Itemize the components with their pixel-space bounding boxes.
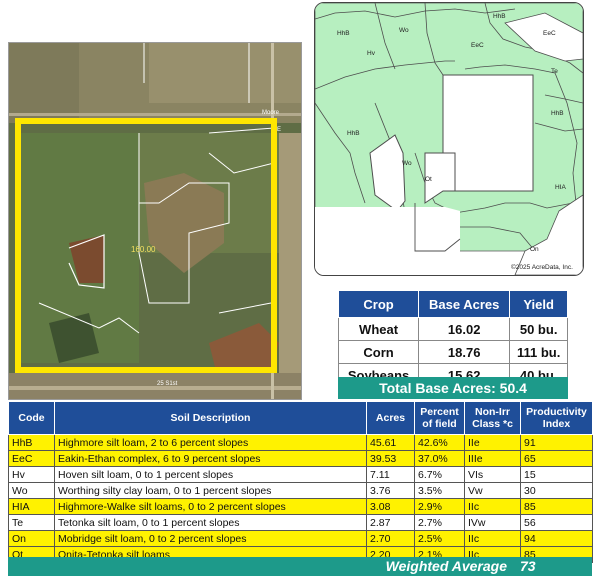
map-label-2: Hv: [367, 50, 376, 57]
map-label-10: Ot: [425, 176, 432, 183]
soil-acres: 2.70: [366, 530, 415, 547]
aerial-image: 160.00 Moore E 25 S1st: [9, 43, 301, 399]
header-soil-description: Soil Description: [54, 401, 367, 435]
map-label-9: Wo: [402, 160, 412, 167]
acreage-label: 160.00: [131, 245, 156, 254]
soil-acres: 3.76: [366, 482, 415, 499]
soil-class: IIIe: [464, 450, 521, 467]
soil-description: Mobridge silt loam, 0 to 2 percent slope…: [54, 530, 367, 547]
soil-acres: 7.11: [366, 466, 415, 483]
soil-class: Vw: [464, 482, 521, 499]
soil-class: VIs: [464, 466, 521, 483]
map-blank-bottom-left: [315, 207, 460, 275]
soil-percent: 2.5%: [414, 530, 465, 547]
crop-yield: 111 bu.: [509, 340, 568, 364]
soil-productivity-index: 91: [520, 434, 593, 451]
base-acres-row: Wheat 16.02 50 bu.: [337, 317, 568, 341]
map-label-5: EeC: [543, 30, 556, 37]
header-percent-of-field: Percent of field: [414, 401, 465, 435]
crop-base-acres: 16.02: [418, 317, 511, 341]
weighted-average-value: 73: [520, 558, 536, 574]
soil-row: HhB Highmore silt loam, 2 to 6 percent sl…: [8, 434, 593, 451]
base-acres-row: Corn 18.76 111 bu.: [337, 340, 568, 364]
base-acres-table: Crop Base Acres Yield Wheat 16.02 50 bu.…: [337, 290, 568, 387]
map-label-12: On: [530, 246, 539, 253]
soil-acres: 45.61: [366, 434, 415, 451]
soil-acres: 39.53: [366, 450, 415, 467]
header-crop: Crop: [337, 290, 420, 318]
map-label-8: HhB: [347, 130, 360, 137]
header-base-acres: Base Acres: [418, 290, 511, 318]
weighted-average-bar: Weighted Average 73: [8, 557, 592, 576]
soil-description: Highmore-Walke silt loams, 0 to 2 percen…: [54, 498, 367, 515]
soil-table: Code Soil Description Acres Percent of f…: [8, 401, 593, 563]
soil-description: Eakin-Ethan complex, 6 to 9 percent slop…: [54, 450, 367, 467]
crop-name: Wheat: [337, 317, 420, 341]
header-code: Code: [8, 401, 55, 435]
crop-base-acres: 18.76: [418, 340, 511, 364]
soil-acres: 2.87: [366, 514, 415, 531]
soil-row: Hv Hoven silt loam, 0 to 1 percent slopes…: [8, 466, 593, 483]
soil-code: On: [8, 530, 55, 547]
soil-row: Wo Worthing silty clay loam, 0 to 1 perce…: [8, 482, 593, 499]
soil-percent: 2.7%: [414, 514, 465, 531]
soil-productivity-index: 30: [520, 482, 593, 499]
soil-row: Te Tetonka silt loam, 0 to 1 percent slop…: [8, 514, 593, 531]
soil-productivity-index: 65: [520, 450, 593, 467]
soil-productivity-index: 15: [520, 466, 593, 483]
soil-productivity-index: 56: [520, 514, 593, 531]
soil-percent: 42.6%: [414, 434, 465, 451]
soil-class: IIc: [464, 498, 521, 515]
map-label-4: HhB: [493, 13, 506, 20]
soil-description: Highmore silt loam, 2 to 6 percent slope…: [54, 434, 367, 451]
soil-acres: 3.08: [366, 498, 415, 515]
road-label-top: Moore: [262, 110, 280, 116]
soil-description: Worthing silty clay loam, 0 to 1 percent…: [54, 482, 367, 499]
soil-code: Te: [8, 514, 55, 531]
soil-code: HIA: [8, 498, 55, 515]
soil-class: IIe: [464, 434, 521, 451]
soil-header-row: Code Soil Description Acres Percent of f…: [8, 401, 593, 435]
soil-row: HIA Highmore-Walke silt loams, 0 to 2 per…: [8, 498, 593, 515]
map-label-7: HhB: [551, 110, 564, 117]
soil-row: On Mobridge silt loam, 0 to 2 percent slo…: [8, 530, 593, 547]
soil-productivity-index: 94: [520, 530, 593, 547]
header-non-irr-class: Non-Irr Class *c: [464, 401, 521, 435]
soil-code: HhB: [8, 434, 55, 451]
map-credit: ©2025 AcreData, Inc.: [511, 263, 573, 271]
weighted-average-label: Weighted Average: [385, 558, 507, 574]
map-label-0: HhB: [337, 30, 350, 37]
road-label-mid: E: [277, 127, 281, 133]
map-label-11: HIA: [555, 184, 567, 191]
soil-code: Wo: [8, 482, 55, 499]
header-productivity-index: Productivity Index: [520, 401, 593, 435]
header-yield: Yield: [509, 290, 568, 318]
map-label-1: Wo: [399, 27, 409, 34]
soil-map: HhB Wo Hv EeC HhB EeC Te HhB HhB Wo Ot H…: [314, 2, 584, 276]
crop-name: Corn: [337, 340, 420, 364]
base-acres-header-row: Crop Base Acres Yield: [337, 290, 568, 318]
soil-description: Hoven silt loam, 0 to 1 percent slopes: [54, 466, 367, 483]
soil-row: EeC Eakin-Ethan complex, 6 to 9 percent s…: [8, 450, 593, 467]
soil-class: IVw: [464, 514, 521, 531]
soil-class: IIc: [464, 530, 521, 547]
soil-description: Tetonka silt loam, 0 to 1 percent slopes: [54, 514, 367, 531]
aerial-map: 160.00 Moore E 25 S1st: [8, 42, 302, 400]
road-label-bottom: 25 S1st: [157, 381, 178, 387]
crop-yield: 50 bu.: [509, 317, 568, 341]
soil-percent: 2.9%: [414, 498, 465, 515]
field-cutout-main: [442, 74, 534, 192]
soil-productivity-index: 85: [520, 498, 593, 515]
soil-percent: 37.0%: [414, 450, 465, 467]
header-acres: Acres: [366, 401, 415, 435]
soil-code: EeC: [8, 450, 55, 467]
soil-code: Hv: [8, 466, 55, 483]
soil-percent: 3.5%: [414, 482, 465, 499]
soil-map-image: HhB Wo Hv EeC HhB EeC Te HhB HhB Wo Ot H…: [315, 3, 583, 275]
map-label-3: EeC: [471, 42, 484, 49]
map-label-6: Te: [551, 68, 558, 75]
total-base-acres: Total Base Acres: 50.4: [338, 377, 568, 399]
soil-percent: 6.7%: [414, 466, 465, 483]
